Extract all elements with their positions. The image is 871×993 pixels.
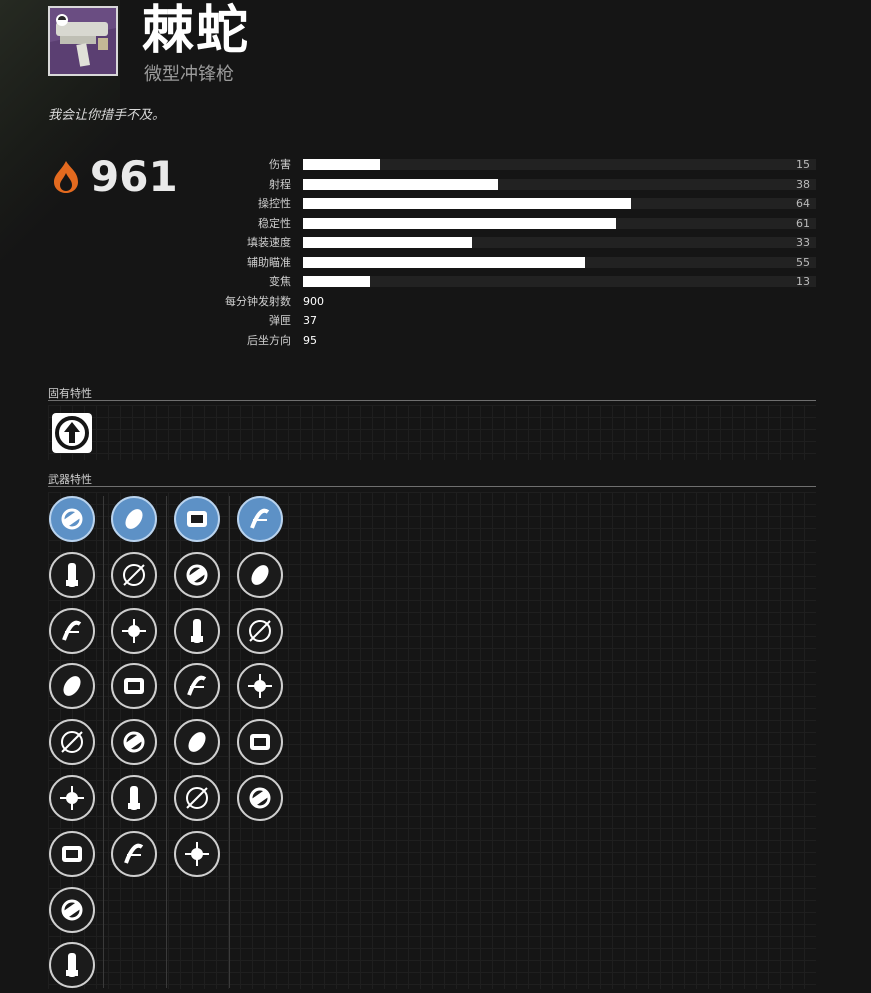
intrinsic-grid [48, 405, 816, 460]
weapon-type: 微型冲锋枪 [144, 64, 234, 85]
barrel-hammer-icon[interactable] [49, 663, 95, 710]
stat-bar-fill [303, 217, 616, 229]
trait-arrow-icon[interactable] [237, 775, 283, 821]
stat-row: 后坐方向 95 [0, 334, 871, 348]
stat-label: 射程 [269, 177, 291, 191]
trait-crosshair-icon[interactable] [174, 551, 220, 598]
stat-value: 37 [303, 314, 317, 327]
intrinsic-divider [48, 400, 816, 401]
trait-burst-icon[interactable] [237, 607, 283, 654]
trait-x-icon[interactable] [237, 719, 283, 766]
stat-bar-track: 33 [303, 236, 816, 249]
barrel-arrowhead-icon[interactable] [49, 830, 95, 877]
trait-wheel-icon[interactable] [237, 663, 283, 710]
barrel-smallbore-icon[interactable] [49, 551, 95, 598]
trait-triangle-icon[interactable] [174, 663, 220, 710]
weapon-icon [48, 6, 118, 76]
stat-bar-fill [303, 256, 586, 268]
stat-value: 33 [796, 236, 810, 249]
stat-value: 95 [303, 333, 317, 347]
column-separator [166, 496, 167, 988]
stat-value: 15 [796, 158, 810, 171]
stat-value: 64 [796, 197, 810, 210]
barrel-fluted-icon[interactable] [49, 607, 95, 654]
stat-label: 操控性 [258, 197, 291, 210]
stat-label: 弹匣 [269, 314, 291, 327]
barrel-corkscrew-icon[interactable] [49, 719, 95, 766]
trait-reload-icon[interactable] [174, 496, 220, 542]
stat-value: 61 [796, 216, 810, 230]
intrinsic-section-label: 固有特性 [48, 387, 92, 400]
stat-row: 填装速度 33 [0, 236, 871, 250]
stat-row: 每分钟发射数 900 [0, 295, 871, 309]
stat-label: 辅助瞄准 [247, 255, 291, 269]
magazine-alloy-icon[interactable] [111, 663, 157, 710]
barrel-polygonal-icon[interactable] [49, 942, 95, 989]
column-separator [229, 496, 230, 988]
magazine-accurized-icon[interactable] [111, 775, 157, 821]
stat-bar-fill [303, 178, 498, 190]
stat-row: 操控性 64 [0, 197, 871, 211]
flavor-text: 我会让你措手不及。 [48, 108, 166, 123]
stat-row: 辅助瞄准 55 [0, 256, 871, 270]
barrel-full-bore-icon[interactable] [49, 886, 95, 933]
perks-grid [48, 492, 816, 989]
stat-row: 弹匣 37 [0, 314, 871, 328]
column-separator [103, 496, 104, 988]
stat-row: 稳定性 61 [0, 217, 871, 231]
trait-no-icon[interactable] [174, 775, 220, 821]
stat-bar-track: 38 [303, 177, 816, 191]
magazine-tactical-icon[interactable] [111, 607, 157, 654]
intrinsic-perk-icon[interactable] [52, 413, 92, 453]
stat-bar-fill [303, 276, 370, 287]
stat-bar-fill [303, 237, 473, 248]
barrel-extended-icon[interactable] [49, 775, 95, 821]
stat-bar-track: 61 [303, 216, 816, 230]
stat-bar-fill [303, 198, 632, 209]
stat-label: 伤害 [269, 158, 291, 171]
stat-row: 射程 38 [0, 178, 871, 192]
magazine-extended-icon[interactable] [111, 830, 157, 877]
magazine-ricochet-icon[interactable] [111, 551, 157, 598]
perks-section-label: 武器特性 [48, 473, 92, 486]
stat-value: 55 [796, 255, 810, 269]
trait-cycle-icon[interactable] [174, 607, 220, 654]
stat-row: 伤害 15 [0, 158, 871, 172]
barrel-rifled-icon[interactable] [49, 496, 95, 542]
stat-bar-track: 64 [303, 197, 816, 210]
stat-label: 填装速度 [247, 236, 291, 249]
stat-bar-fill [303, 159, 380, 170]
stat-bar-track: 13 [303, 275, 816, 288]
magazine-round-icon[interactable] [111, 496, 157, 542]
weapon-name: 棘蛇 [142, 1, 251, 61]
perks-divider [48, 486, 816, 487]
trait-bars-icon[interactable] [174, 830, 220, 877]
stat-value: 38 [796, 177, 810, 191]
trait-ball-icon[interactable] [237, 496, 283, 542]
magazine-flared-icon[interactable] [111, 719, 157, 766]
trait-compass-icon[interactable] [237, 551, 283, 598]
trait-stack-icon[interactable] [174, 719, 220, 766]
stat-row: 变焦 13 [0, 275, 871, 289]
stat-value: 900 [303, 294, 324, 308]
stat-bar-track: 55 [303, 255, 816, 269]
stat-label: 变焦 [269, 275, 291, 288]
stat-value: 13 [796, 275, 810, 288]
stat-bar-track: 15 [303, 158, 816, 171]
stat-label: 稳定性 [258, 216, 291, 230]
stat-label: 后坐方向 [247, 333, 291, 347]
stat-label: 每分钟发射数 [225, 294, 291, 308]
